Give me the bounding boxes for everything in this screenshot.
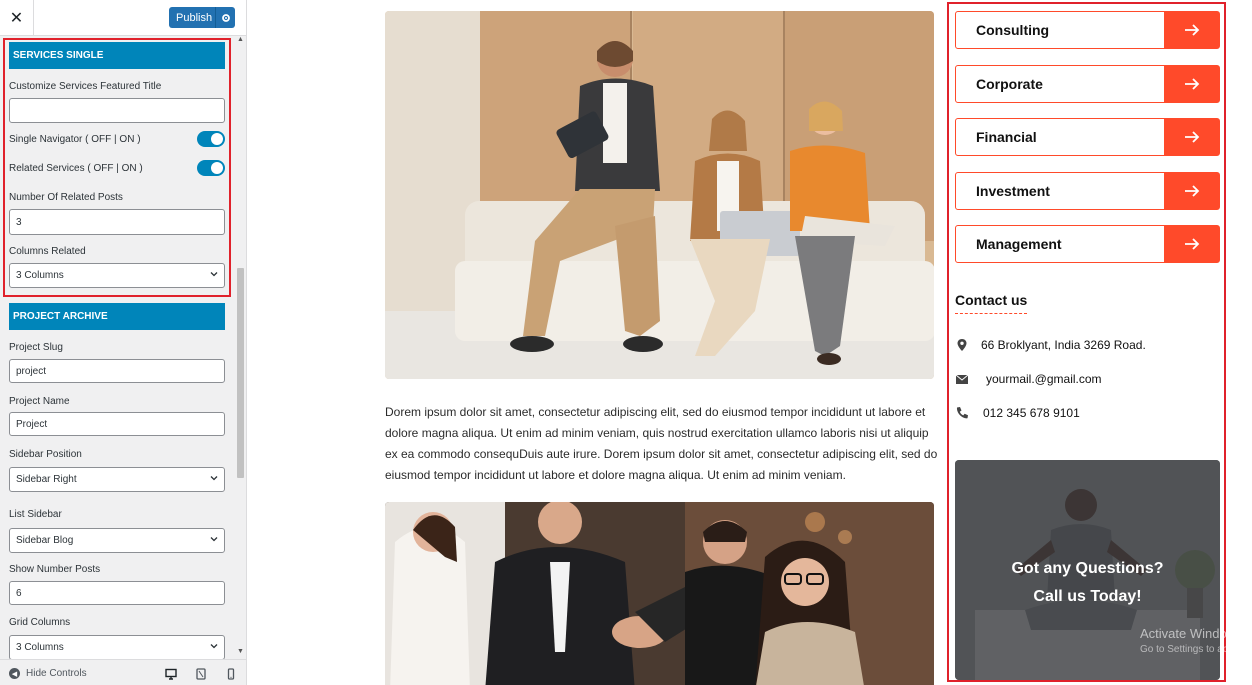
publish-label: Publish xyxy=(176,11,213,24)
desktop-preview-icon[interactable] xyxy=(165,668,177,680)
contact-address: 66 Broklyant, India 3269 Road. xyxy=(955,338,1146,352)
arrow-right-icon xyxy=(1164,226,1219,262)
scroll-down-icon[interactable]: ▼ xyxy=(237,648,244,655)
service-link-label: Consulting xyxy=(976,22,1050,38)
contact-email: yourmail.@gmail.com xyxy=(955,372,1102,386)
sidebar-position-select[interactable]: Sidebar Right xyxy=(9,467,225,492)
show-posts-input[interactable]: 6 xyxy=(9,581,225,605)
arrow-right-icon xyxy=(1164,12,1219,48)
site-preview: Dorem ipsum dolor sit amet, consectetur … xyxy=(247,0,1252,685)
service-link-financial[interactable]: Financial xyxy=(955,118,1220,156)
contact-email-text[interactable]: yourmail.@gmail.com xyxy=(986,372,1102,386)
scroll-up-icon[interactable]: ▲ xyxy=(237,36,244,43)
service-link-label: Management xyxy=(976,236,1062,252)
service-featured-image xyxy=(385,11,934,379)
map-pin-icon xyxy=(957,339,967,351)
windows-activation-watermark-title: Activate Windows xyxy=(1140,626,1243,641)
arrow-right-icon xyxy=(1164,66,1219,102)
service-link-label: Investment xyxy=(976,183,1050,199)
highlight-box-services-single xyxy=(3,38,231,297)
service-link-investment[interactable]: Investment xyxy=(955,172,1220,210)
grid-columns-value: 3 Columns xyxy=(16,642,64,653)
project-name-input[interactable]: Project xyxy=(9,412,225,436)
app-root: ✕ Publish SERVICES SINGLE Customize Serv… xyxy=(0,0,1252,685)
service-link-consulting[interactable]: Consulting xyxy=(955,11,1220,49)
list-sidebar-select[interactable]: Sidebar Blog xyxy=(9,528,225,553)
contact-phone: 012 345 678 9101 xyxy=(955,406,1080,420)
show-posts-label: Show Number Posts xyxy=(9,564,101,575)
collapse-arrow-icon: ◀ xyxy=(9,668,20,679)
phone-icon xyxy=(956,407,968,419)
project-archive-heading: PROJECT ARCHIVE xyxy=(9,303,225,330)
sidebar-position-label: Sidebar Position xyxy=(9,449,82,460)
mobile-preview-icon[interactable] xyxy=(225,668,237,680)
office-team-photo xyxy=(385,11,934,379)
cta-text: Got any Questions? Call us Today! xyxy=(955,555,1220,611)
grid-columns-select[interactable]: 3 Columns xyxy=(9,635,225,659)
contact-title: Contact us xyxy=(955,292,1028,308)
tablet-preview-icon[interactable] xyxy=(195,668,207,680)
windows-activation-watermark-hint: Go to Settings to activa xyxy=(1140,644,1244,655)
arrow-right-icon xyxy=(1164,173,1219,209)
service-link-management[interactable]: Management xyxy=(955,225,1220,263)
project-slug-input[interactable]: project xyxy=(9,359,225,383)
list-sidebar-value: Sidebar Blog xyxy=(16,535,74,546)
handshake-meeting-photo xyxy=(385,502,934,685)
close-icon: ✕ xyxy=(9,9,24,27)
close-customizer-button[interactable]: ✕ xyxy=(0,0,34,35)
gear-icon[interactable] xyxy=(215,7,235,28)
hide-controls-button[interactable]: ◀ Hide Controls xyxy=(9,668,87,679)
service-secondary-image xyxy=(385,502,934,685)
list-sidebar-label: List Sidebar xyxy=(9,509,62,520)
cta-line-1: Got any Questions? xyxy=(1011,560,1164,577)
panel-footer: ◀ Hide Controls xyxy=(0,659,246,685)
contact-title-underline xyxy=(955,313,1027,314)
service-article-text: Dorem ipsum dolor sit amet, consectetur … xyxy=(385,405,938,482)
hide-controls-label: Hide Controls xyxy=(26,668,87,679)
service-link-label: Corporate xyxy=(976,76,1043,92)
grid-columns-label: Grid Columns xyxy=(9,617,71,628)
project-slug-label: Project Slug xyxy=(9,342,63,353)
scrollbar-thumb[interactable] xyxy=(237,268,244,478)
contact-phone-text[interactable]: 012 345 678 9101 xyxy=(983,406,1080,420)
chevron-down-icon xyxy=(210,644,218,649)
contact-address-text: 66 Broklyant, India 3269 Road. xyxy=(981,338,1146,352)
sidebar-position-value: Sidebar Right xyxy=(16,474,77,485)
service-link-label: Financial xyxy=(976,129,1037,145)
panel-scrollbar[interactable]: ▲ ▼ xyxy=(235,36,246,659)
service-link-corporate[interactable]: Corporate xyxy=(955,65,1220,103)
chevron-down-icon xyxy=(210,476,218,481)
cta-line-2: Call us Today! xyxy=(1033,588,1142,605)
envelope-icon xyxy=(955,374,969,384)
project-name-label: Project Name xyxy=(9,396,70,407)
arrow-right-icon xyxy=(1164,119,1219,155)
panel-header: ✕ Publish xyxy=(0,0,246,36)
customizer-panel: ✕ Publish SERVICES SINGLE Customize Serv… xyxy=(0,0,247,685)
publish-button[interactable]: Publish xyxy=(169,7,235,28)
chevron-down-icon xyxy=(210,537,218,542)
